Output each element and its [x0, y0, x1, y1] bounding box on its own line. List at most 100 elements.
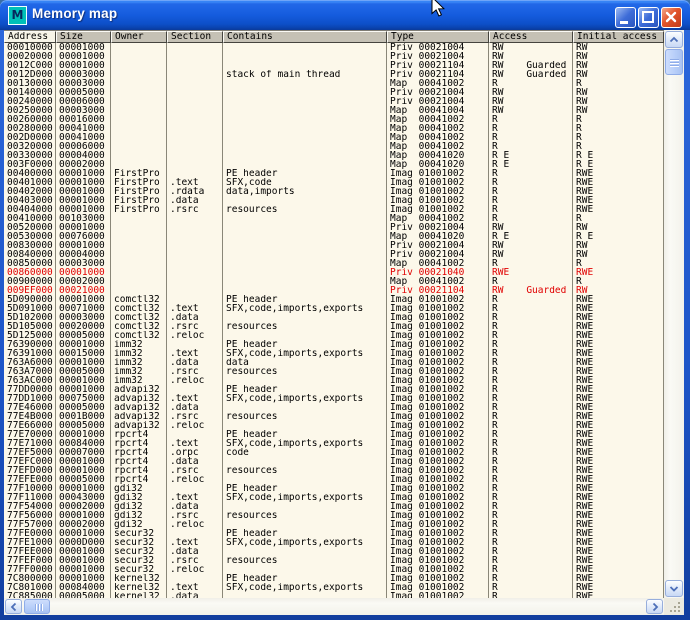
- title-bar[interactable]: M Memory map: [0, 0, 690, 30]
- table-row[interactable]: 0090000000002000Map 00041002RR: [4, 277, 664, 286]
- table-row[interactable]: 77F1000000001000gdi32PE headerImag 01001…: [4, 484, 664, 493]
- table-row[interactable]: 0085000000003000Map 00041002RR: [4, 259, 664, 268]
- table-row[interactable]: 77E4B0000001B000advapi32.rsrcresourcesIm…: [4, 412, 664, 421]
- table-row[interactable]: 0014000000005000Priv 00021004RWRW: [4, 88, 664, 97]
- table-row[interactable]: 002D000000041000Map 00041002RR: [4, 133, 664, 142]
- column-header-address[interactable]: Address: [4, 31, 56, 43]
- column-header-access[interactable]: Access: [489, 31, 573, 43]
- table-row[interactable]: 7639100000015000imm32.textSFX,code,impor…: [4, 349, 664, 358]
- table-row[interactable]: 0040000000001000FirstProPE headerImag 01…: [4, 169, 664, 178]
- table-row[interactable]: 77FEE00000001000secur32.dataImag 0100100…: [4, 547, 664, 556]
- cell-address: 77EFD000: [4, 466, 56, 475]
- table-row[interactable]: 0040100000001000FirstPro.textSFX,codeIma…: [4, 178, 664, 187]
- table-row[interactable]: 0001000000001000Priv 00021004RWRW: [4, 43, 664, 52]
- minimize-button[interactable]: [615, 7, 636, 28]
- table-row[interactable]: 0033000000004000Map 00041020R ER E: [4, 151, 664, 160]
- cell-owner: [111, 223, 167, 232]
- table-row[interactable]: 5D10200000003000comctl32.dataImag 010010…: [4, 313, 664, 322]
- table-row[interactable]: 5D10500000020000comctl32.rsrcresourcesIm…: [4, 322, 664, 331]
- table-row[interactable]: 0028000000041000Map 00041002RR: [4, 124, 664, 133]
- cell-contains: resources: [223, 205, 387, 214]
- vertical-scroll-thumb[interactable]: [665, 49, 683, 75]
- table-row[interactable]: 0053000000076000Map 00041020R ER E: [4, 232, 664, 241]
- table-row[interactable]: 0040400000001000FirstPro.rsrcresourcesIm…: [4, 205, 664, 214]
- table-row[interactable]: 0052000000001000Priv 00021004RWRW: [4, 223, 664, 232]
- table-row[interactable]: 77EFD00000001000rpcrt4.rsrcresourcesImag…: [4, 466, 664, 475]
- table-row[interactable]: 77F1100000043000gdi32.textSFX,code,impor…: [4, 493, 664, 502]
- table-row[interactable]: 7C80000000001000kernel32PE headerImag 01…: [4, 574, 664, 583]
- table-row[interactable]: 0032000000006000Map 00041002RR: [4, 142, 664, 151]
- scroll-down-button[interactable]: [665, 580, 683, 597]
- cell-initial_access: RWE: [573, 196, 664, 205]
- table-row[interactable]: 77E6600000005000advapi32.relocImag 01001…: [4, 421, 664, 430]
- table-row[interactable]: 7639000000001000imm32PE headerImag 01001…: [4, 340, 664, 349]
- table-row[interactable]: 77FF000000001000secur32.relocImag 010010…: [4, 565, 664, 574]
- table-row[interactable]: 0012D00000003000stack of main threadPriv…: [4, 70, 664, 79]
- thumb-grip: [38, 604, 39, 611]
- vertical-scrollbar[interactable]: [664, 30, 684, 598]
- table-row[interactable]: 77EFC00000001000rpcrt4.dataImag 01001002…: [4, 457, 664, 466]
- table-row[interactable]: 5D09100000071000comctl32.textSFX,code,im…: [4, 304, 664, 313]
- cell-address: 00860000: [4, 268, 56, 277]
- column-header-contains[interactable]: Contains: [223, 31, 387, 43]
- column-header-size[interactable]: Size: [56, 31, 111, 43]
- table-row[interactable]: 77E4600000005000advapi32.dataImag 010010…: [4, 403, 664, 412]
- table-row[interactable]: 0026000000016000Map 00041002RR: [4, 115, 664, 124]
- table-row[interactable]: 009EF00000021000Priv 00021104RW GuardedR…: [4, 286, 664, 295]
- table-row[interactable]: 77F5400000002000gdi32.dataImag 01001002R…: [4, 502, 664, 511]
- cell-address: 0012D000: [4, 70, 56, 79]
- table-row[interactable]: 77DD100000075000advapi32.textSFX,code,im…: [4, 394, 664, 403]
- scroll-right-button[interactable]: [646, 599, 663, 614]
- resize-grip[interactable]: [664, 598, 684, 615]
- table-row[interactable]: 5D12500000005000comctl32.relocImag 01001…: [4, 331, 664, 340]
- cell-initial_access: RWE: [573, 583, 664, 592]
- table-row[interactable]: 0013000000003000Map 00041002RR: [4, 79, 664, 88]
- table-row[interactable]: 77FE10000000D000secur32.textSFX,code,imp…: [4, 538, 664, 547]
- cell-size: 00003000: [56, 70, 111, 79]
- column-header-initial_access[interactable]: Initial access: [573, 31, 664, 43]
- table-row[interactable]: 0012C00000001000Priv 00021104RW GuardedR…: [4, 61, 664, 70]
- table-row[interactable]: 5D09000000001000comctl32PE headerImag 01…: [4, 295, 664, 304]
- table-row[interactable]: 0040200000001000FirstPro.rdatadata,impor…: [4, 187, 664, 196]
- scroll-up-button[interactable]: [665, 31, 683, 48]
- table-row[interactable]: 0040300000001000FirstPro.dataImag 010010…: [4, 196, 664, 205]
- table-row[interactable]: 77DD000000001000advapi32PE headerImag 01…: [4, 385, 664, 394]
- table-row[interactable]: 77E7000000001000rpcrt4PE headerImag 0100…: [4, 430, 664, 439]
- table-row[interactable]: 0086000000001000Priv 00021040RWERWE: [4, 268, 664, 277]
- table-row[interactable]: 77F5700000002000gdi32.relocImag 01001002…: [4, 520, 664, 529]
- table-row[interactable]: 7C80100000084000kernel32.textSFX,code,im…: [4, 583, 664, 592]
- chevron-up-icon: [669, 36, 679, 44]
- chevron-left-icon: [10, 602, 18, 612]
- table-row[interactable]: 77F5600000001000gdi32.rsrcresourcesImag …: [4, 511, 664, 520]
- table-row[interactable]: 003F000000002000Map 00041020R ER E: [4, 160, 664, 169]
- table-row[interactable]: 0083000000001000Priv 00021004RWRW: [4, 241, 664, 250]
- cell-size: 00001000: [56, 295, 111, 304]
- column-header-section[interactable]: Section: [167, 31, 223, 43]
- cell-type: Imag 01001002: [387, 187, 489, 196]
- table-row[interactable]: 77FEF00000001000secur32.rsrcresourcesIma…: [4, 556, 664, 565]
- close-button[interactable]: [661, 7, 682, 28]
- table-row[interactable]: 77FE000000001000secur32PE headerImag 010…: [4, 529, 664, 538]
- table-row[interactable]: 763A600000001000imm32.datadataImag 01001…: [4, 358, 664, 367]
- cell-size: 00005000: [56, 403, 111, 412]
- scroll-left-button[interactable]: [5, 599, 22, 614]
- table-row[interactable]: 763AC00000001000imm32.relocImag 01001002…: [4, 376, 664, 385]
- column-header-type[interactable]: Type: [387, 31, 489, 43]
- table-row[interactable]: 0041000000103000Map 00041002RR: [4, 214, 664, 223]
- table-row[interactable]: 0024000000006000Priv 00021004RWRW: [4, 97, 664, 106]
- table-row[interactable]: 77E7100000084000rpcrt4.textSFX,code,impo…: [4, 439, 664, 448]
- cell-initial_access: R: [573, 79, 664, 88]
- table-row[interactable]: 0002000000001000Priv 00021004RWRW: [4, 52, 664, 61]
- column-header-owner[interactable]: Owner: [111, 31, 167, 43]
- table-row[interactable]: 77EFE00000005000rpcrt4.relocImag 0100100…: [4, 475, 664, 484]
- app-icon[interactable]: M: [8, 6, 27, 25]
- table-row[interactable]: 77EF500000007000rpcrt4.orpccodeImag 0100…: [4, 448, 664, 457]
- table-row[interactable]: 0084000000004000Priv 00021004RWRW: [4, 250, 664, 259]
- table-row[interactable]: 763A700000005000imm32.rsrcresourcesImag …: [4, 367, 664, 376]
- cell-address: 76391000: [4, 349, 56, 358]
- horizontal-scroll-thumb[interactable]: [24, 599, 50, 614]
- table-row[interactable]: 0025000000003000Map 00041004RWRW: [4, 106, 664, 115]
- horizontal-scrollbar[interactable]: [4, 598, 664, 615]
- maximize-button[interactable]: [638, 7, 659, 28]
- cell-address: 00403000: [4, 196, 56, 205]
